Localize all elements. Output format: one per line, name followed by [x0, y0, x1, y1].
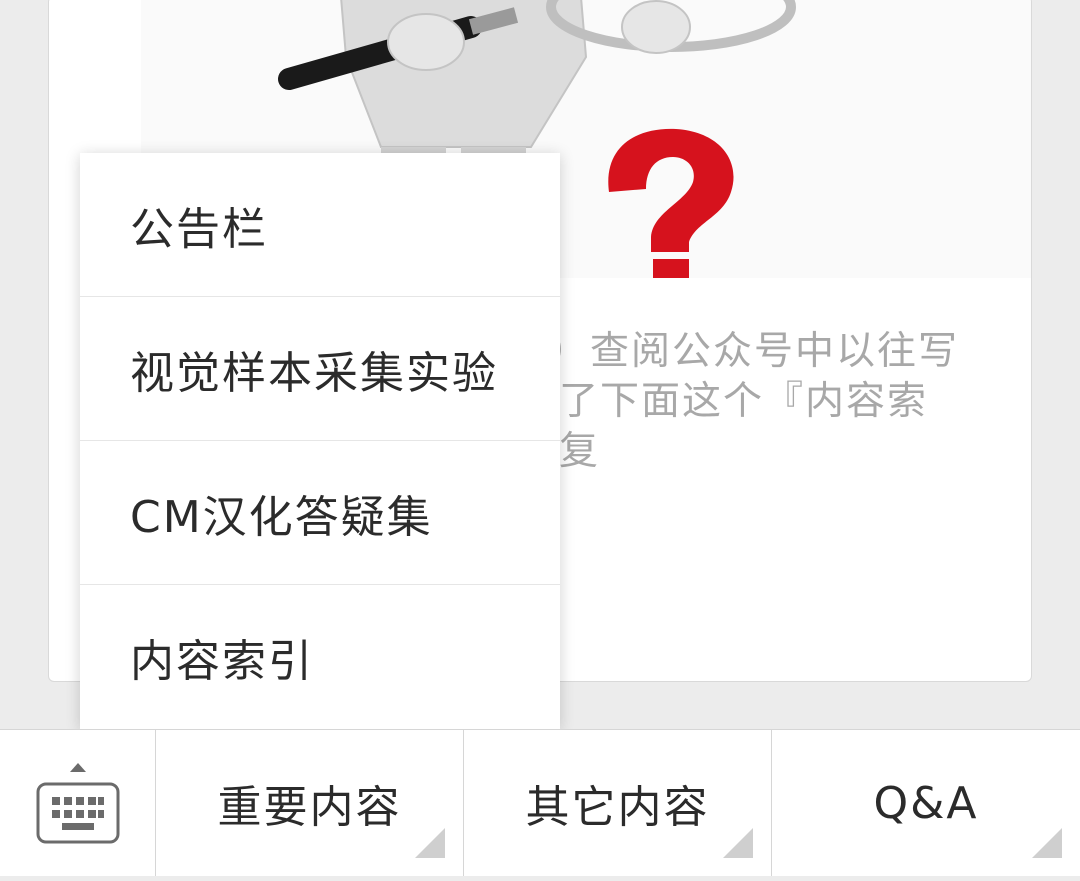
- menu-item-bulletin[interactable]: 公告栏: [80, 153, 560, 297]
- menu-item-content-index[interactable]: 内容索引: [80, 585, 560, 729]
- bottom-menu-bar: 重要内容 其它内容 Q&A: [0, 729, 1080, 876]
- summary-line-3: 复: [559, 429, 601, 474]
- submenu-indicator-icon: [415, 828, 445, 858]
- summary-line-1: ）查阅公众号中以往写: [549, 329, 960, 374]
- tab-qa[interactable]: Q&A: [772, 730, 1080, 876]
- tab-other-content-label: 其它内容: [525, 782, 710, 833]
- tab-qa-label: Q&A: [873, 777, 979, 829]
- submenu-indicator-icon: [723, 828, 753, 858]
- keyboard-toggle-button[interactable]: [0, 730, 156, 876]
- submenu-indicator-icon: [1032, 828, 1062, 858]
- menu-item-cm-localization-faq[interactable]: CM汉化答疑集: [80, 441, 560, 585]
- popup-submenu: 公告栏 视觉样本采集实验 CM汉化答疑集 内容索引: [80, 153, 560, 729]
- tab-important-content[interactable]: 重要内容: [156, 730, 464, 876]
- menu-item-visual-sample-experiment[interactable]: 视觉样本采集实验: [80, 297, 560, 441]
- summary-line-2: 了下面这个『内容索: [559, 379, 929, 424]
- tab-other-content[interactable]: 其它内容: [464, 730, 772, 876]
- keyboard-icon: [36, 763, 120, 844]
- tab-important-content-label: 重要内容: [217, 782, 402, 833]
